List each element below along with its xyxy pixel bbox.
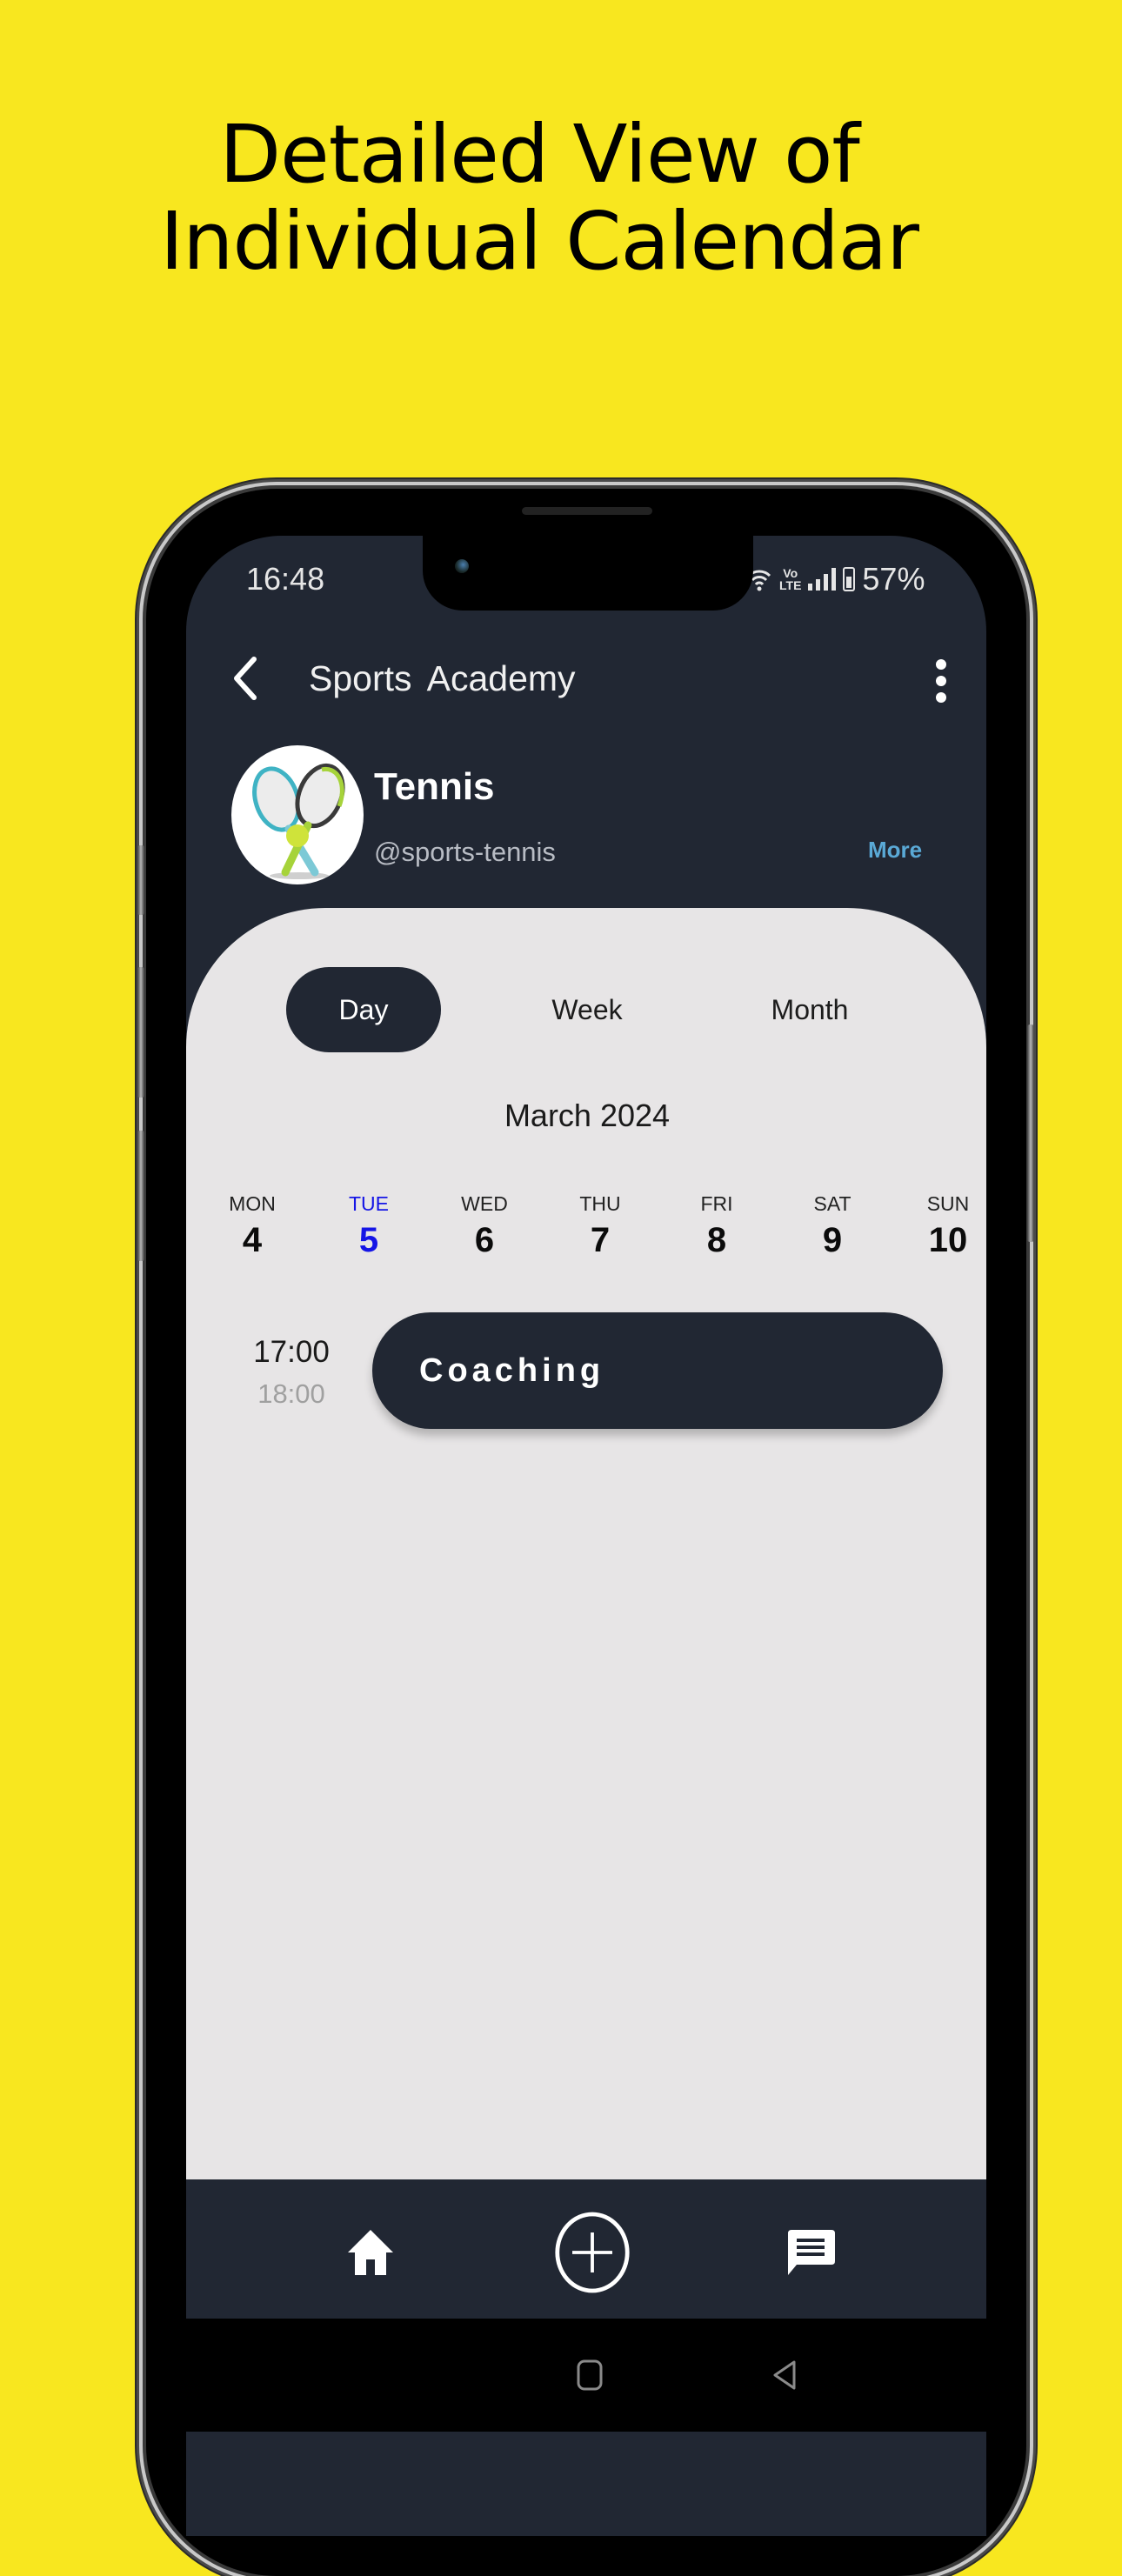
more-vertical-icon xyxy=(936,659,946,670)
chevron-left-icon xyxy=(234,657,257,700)
day-number: 5 xyxy=(358,1221,379,1259)
day-name: FRI xyxy=(700,1192,733,1215)
nav-messages-button[interactable] xyxy=(771,2213,850,2292)
day-name: SUN xyxy=(926,1192,970,1215)
event-end-time: 18:00 xyxy=(257,1378,325,1409)
avatar[interactable] xyxy=(231,745,364,884)
day-mon[interactable]: MON 4 xyxy=(200,1191,304,1265)
signal-icon xyxy=(808,568,837,591)
add-circle-icon xyxy=(555,2212,630,2293)
day-name: SAT xyxy=(813,1192,852,1215)
header-title: Sports Academy xyxy=(309,658,576,698)
day-tue[interactable]: TUE 5 xyxy=(317,1191,421,1265)
day-number: 6 xyxy=(474,1221,495,1259)
promo-title-line-2: Individual Calendar xyxy=(160,195,919,288)
day-fri[interactable]: FRI 8 xyxy=(665,1191,769,1265)
chat-icon xyxy=(788,2230,835,2275)
promo-title-line-1: Detailed View of xyxy=(219,108,860,201)
day-number: 7 xyxy=(590,1221,611,1259)
nav-home-button[interactable] xyxy=(331,2213,410,2292)
event-title: Coaching xyxy=(419,1351,605,1389)
day-sat[interactable]: SAT 9 xyxy=(780,1191,885,1265)
home-icon xyxy=(348,2230,393,2275)
day-name: TUE xyxy=(349,1192,389,1215)
more-options-button[interactable] xyxy=(931,659,952,703)
profile-name: Tennis xyxy=(374,765,495,808)
phone-volume-up-button xyxy=(137,967,144,1098)
volte-icon: Vo LTE xyxy=(779,566,802,592)
day-name: THU xyxy=(579,1192,621,1215)
day-wed[interactable]: WED 6 xyxy=(432,1191,537,1265)
battery-percent: 57% xyxy=(862,561,925,597)
tab-day[interactable]: Day xyxy=(286,967,441,1052)
day-thu[interactable]: THU 7 xyxy=(548,1191,652,1265)
day-number: 10 xyxy=(928,1221,968,1259)
status-icons: Vo LTE 57% xyxy=(746,561,925,597)
home-square-icon xyxy=(577,2359,603,2391)
system-back-button[interactable] xyxy=(771,2359,798,2395)
more-link[interactable]: More xyxy=(868,837,922,864)
day-name: MON xyxy=(229,1192,276,1215)
speaker-grille xyxy=(522,507,652,515)
tab-month-label: Month xyxy=(771,993,849,1025)
profile-handle: @sports-tennis xyxy=(374,837,556,867)
back-button[interactable] xyxy=(228,654,263,703)
tab-week[interactable]: Week xyxy=(510,967,665,1052)
camera-notch xyxy=(423,525,753,611)
phone-volume-down-button xyxy=(137,1131,144,1261)
event-card[interactable]: Coaching xyxy=(372,1312,943,1429)
promo-title: Detailed View of Individual Calendar xyxy=(0,111,1079,285)
status-time: 16:48 xyxy=(246,561,325,597)
day-name: WED xyxy=(461,1192,508,1215)
back-triangle-icon xyxy=(773,2360,796,2390)
month-label: March 2024 xyxy=(504,1098,671,1133)
front-camera-icon xyxy=(455,559,469,573)
tab-month[interactable]: Month xyxy=(732,967,887,1052)
system-home-button[interactable] xyxy=(577,2359,603,2395)
tab-week-label: Week xyxy=(551,993,623,1025)
tennis-rackets-icon xyxy=(252,763,345,879)
day-number: 8 xyxy=(706,1221,727,1259)
tab-day-label: Day xyxy=(338,993,389,1025)
nav-add-button[interactable] xyxy=(553,2212,631,2293)
day-number: 9 xyxy=(822,1221,843,1259)
day-sun[interactable]: SUN 10 xyxy=(896,1191,1000,1265)
phone-side-button xyxy=(137,845,144,915)
battery-icon xyxy=(843,567,856,591)
event-start-time: 17:00 xyxy=(253,1335,330,1369)
day-number: 4 xyxy=(242,1221,263,1259)
